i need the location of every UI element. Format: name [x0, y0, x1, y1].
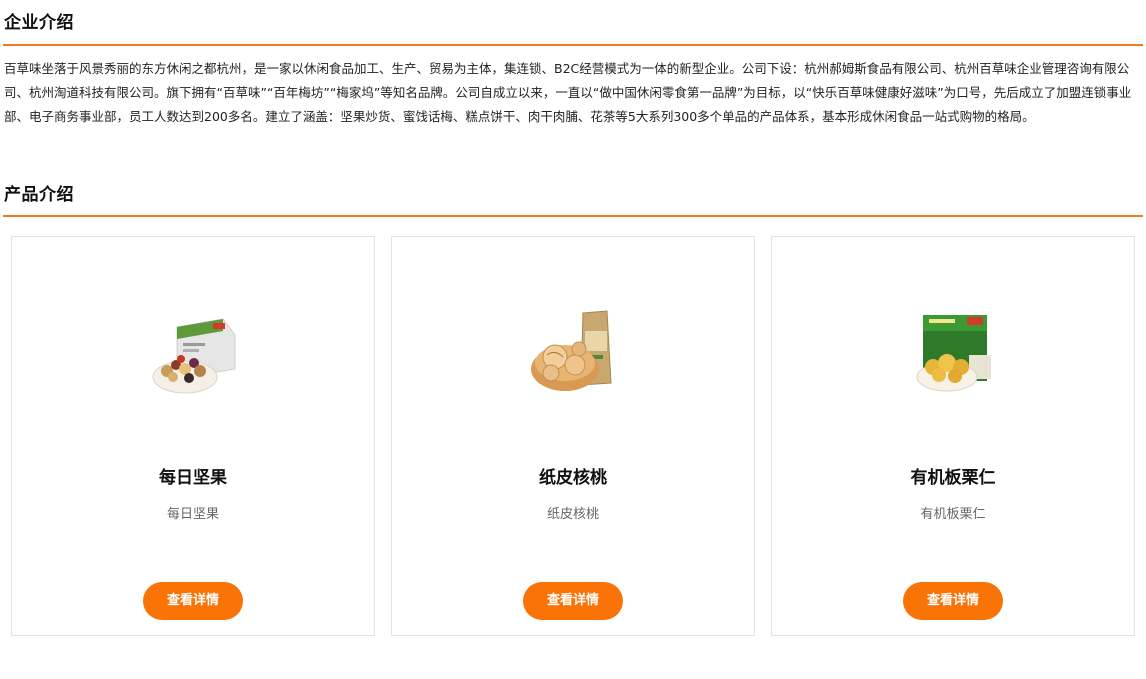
view-details-button[interactable]: 查看详情 — [523, 582, 623, 620]
product-description: 每日坚果 — [166, 507, 219, 522]
products-title-divider — [3, 215, 1143, 217]
view-details-button[interactable]: 查看详情 — [143, 582, 243, 620]
walnuts-bag-image — [531, 310, 612, 391]
chestnuts-package-image — [916, 315, 991, 392]
product-card-chestnuts[interactable]: 有机板栗仁 有机板栗仁 查看详情 — [771, 236, 1135, 636]
product-description: 纸皮核桃 — [546, 507, 599, 522]
company-intro-text: 百草味坐落于风景秀丽的东方休闲之都杭州，是一家以休闲食品加工、生产、贸易为主体，… — [4, 61, 1132, 124]
product-card-walnuts[interactable]: 纸皮核桃 纸皮核桃 查看详情 — [391, 236, 755, 636]
product-name: 纸皮核桃 — [539, 468, 607, 488]
company-section-title: 企业介绍 — [4, 13, 74, 33]
product-name: 有机板栗仁 — [910, 468, 996, 488]
company-title-divider — [3, 44, 1143, 46]
product-description: 有机板栗仁 — [920, 507, 986, 522]
view-details-button[interactable]: 查看详情 — [903, 582, 1003, 620]
products-section-title: 产品介绍 — [4, 185, 74, 205]
product-name: 每日坚果 — [159, 468, 227, 488]
mixed-nuts-box-image — [152, 318, 236, 394]
product-card-mixed-nuts[interactable]: 每日坚果 每日坚果 查看详情 — [11, 236, 375, 636]
